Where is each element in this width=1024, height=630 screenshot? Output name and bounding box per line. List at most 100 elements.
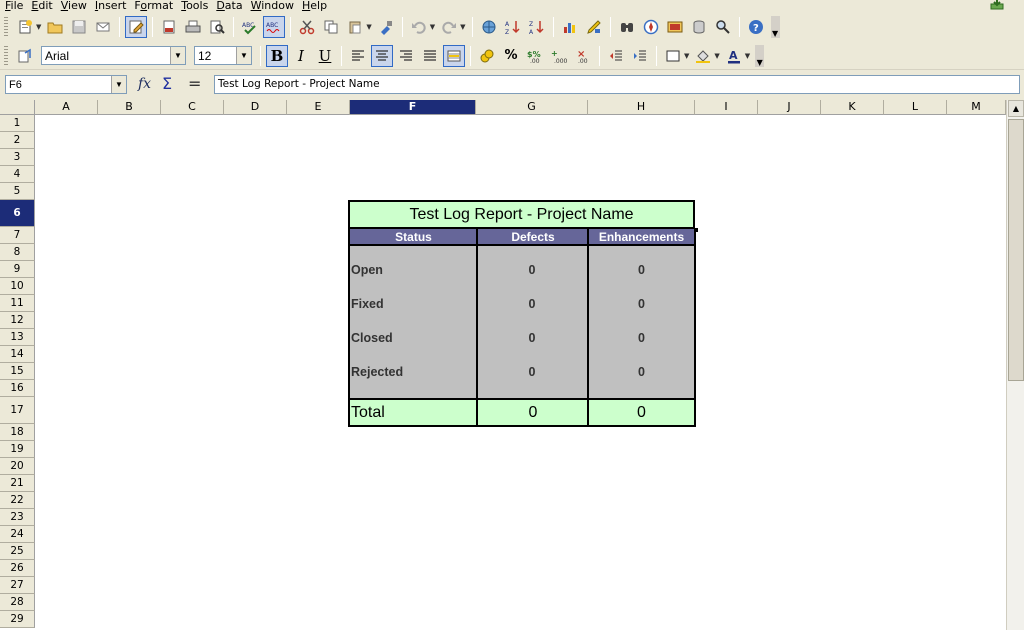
print-icon[interactable] <box>182 16 204 38</box>
currency-format-icon[interactable] <box>476 45 498 67</box>
merge-cells-icon[interactable] <box>443 44 465 67</box>
toolbar-overflow-icon[interactable]: ▼ <box>770 16 780 38</box>
row-header-13[interactable]: 13 <box>0 329 35 346</box>
font-size-select[interactable]: 12 ▼ <box>194 46 252 65</box>
update-available-icon[interactable] <box>990 0 1004 10</box>
increase-indent-icon[interactable] <box>629 45 651 67</box>
column-header-e[interactable]: E <box>287 100 350 115</box>
redo-icon[interactable] <box>438 16 460 38</box>
background-color-icon[interactable] <box>692 45 714 67</box>
navigator-icon[interactable] <box>640 16 662 38</box>
menu-edit[interactable]: Edit <box>26 0 55 12</box>
column-header-c[interactable]: C <box>161 100 224 115</box>
row-header-28[interactable]: 28 <box>0 594 35 611</box>
column-header-i[interactable]: I <box>695 100 758 115</box>
new-document-icon[interactable] <box>14 16 36 38</box>
chevron-down-icon[interactable]: ▼ <box>236 47 251 64</box>
scrollbar-thumb[interactable] <box>1008 119 1024 381</box>
percent-format-icon[interactable]: % <box>500 45 522 67</box>
column-header-k[interactable]: K <box>821 100 884 115</box>
column-header-f[interactable]: F <box>350 100 476 115</box>
row-header-12[interactable]: 12 <box>0 312 35 329</box>
function-wizard-icon[interactable]: 𝑓x <box>138 76 151 92</box>
delete-decimal-icon[interactable]: × .00 <box>572 45 594 67</box>
paste-icon[interactable] <box>344 16 366 38</box>
report-header-defects[interactable]: Defects <box>476 229 588 246</box>
save-icon[interactable] <box>68 16 90 38</box>
report-cell-enhancements[interactable]: 0 <box>587 297 696 311</box>
menu-data[interactable]: Data <box>211 0 245 12</box>
name-box[interactable]: F6 ▼ <box>5 75 127 94</box>
report-cell-enhancements[interactable]: 0 <box>587 365 696 379</box>
background-color-dropdown-arrow[interactable]: ▼ <box>714 52 719 60</box>
italic-icon[interactable]: I <box>290 45 312 67</box>
report-cell-enhancements[interactable]: 0 <box>587 263 696 277</box>
decrease-indent-icon[interactable] <box>605 45 627 67</box>
menu-format[interactable]: Format <box>129 0 176 12</box>
autospellcheck-icon[interactable]: ABC <box>263 16 286 38</box>
row-header-14[interactable]: 14 <box>0 346 35 363</box>
report-cell-defects[interactable]: 0 <box>476 365 588 379</box>
function-icon[interactable]: = <box>188 74 201 93</box>
toolbar-grip[interactable] <box>4 45 8 66</box>
report-total-value[interactable]: 0 <box>587 398 696 427</box>
report-cell-enhancements[interactable]: 0 <box>587 331 696 345</box>
export-pdf-icon[interactable] <box>158 16 180 38</box>
paste-dropdown-arrow[interactable]: ▼ <box>366 23 371 31</box>
row-header-5[interactable]: 5 <box>0 183 35 200</box>
row-header-7[interactable]: 7 <box>0 227 35 244</box>
menu-file[interactable]: File <box>0 0 26 12</box>
row-header-15[interactable]: 15 <box>0 363 35 380</box>
row-header-18[interactable]: 18 <box>0 424 35 441</box>
underline-icon[interactable]: U <box>314 45 336 67</box>
justify-icon[interactable] <box>419 45 441 67</box>
report-cell-defects[interactable]: 0 <box>476 263 588 277</box>
column-header-m[interactable]: M <box>947 100 1006 115</box>
toolbar-grip[interactable] <box>4 17 8 37</box>
column-header-a[interactable]: A <box>35 100 98 115</box>
report-header-status[interactable]: Status <box>348 229 477 246</box>
row-header-23[interactable]: 23 <box>0 509 35 526</box>
report-cell-status[interactable]: Fixed <box>351 297 384 311</box>
row-header-20[interactable]: 20 <box>0 458 35 475</box>
copy-icon[interactable] <box>320 16 342 38</box>
column-header-l[interactable]: L <box>884 100 947 115</box>
row-header-27[interactable]: 27 <box>0 577 35 594</box>
column-header-h[interactable]: H <box>588 100 695 115</box>
row-header-29[interactable]: 29 <box>0 611 35 628</box>
vertical-scrollbar[interactable]: ▲ <box>1006 100 1024 630</box>
font-color-dropdown-arrow[interactable]: ▼ <box>745 52 750 60</box>
menu-tools[interactable]: Tools <box>176 0 211 12</box>
report-cell-status[interactable]: Closed <box>351 331 393 345</box>
align-left-icon[interactable] <box>347 45 369 67</box>
borders-dropdown-arrow[interactable]: ▼ <box>684 52 689 60</box>
row-header-3[interactable]: 3 <box>0 149 35 166</box>
show-draw-functions-icon[interactable] <box>583 16 605 38</box>
row-header-24[interactable]: 24 <box>0 526 35 543</box>
report-total-label[interactable]: Total <box>348 398 477 427</box>
insert-chart-icon[interactable] <box>559 16 581 38</box>
sort-ascending-icon[interactable]: AZ <box>502 16 524 38</box>
formula-input[interactable]: Test Log Report - Project Name <box>214 75 1020 94</box>
menu-help[interactable]: Help <box>297 0 330 12</box>
report-header-enhancements[interactable]: Enhancements <box>587 229 696 246</box>
page-preview-icon[interactable] <box>206 16 228 38</box>
row-header-25[interactable]: 25 <box>0 543 35 560</box>
standard-format-icon[interactable]: $% .00 <box>524 45 546 67</box>
report-cell-defects[interactable]: 0 <box>476 331 588 345</box>
font-name-select[interactable]: Arial ▼ <box>41 46 186 65</box>
new-dropdown-arrow[interactable]: ▼ <box>36 23 41 31</box>
sum-icon[interactable]: Σ <box>162 74 172 93</box>
menu-window[interactable]: Window <box>246 0 297 12</box>
row-header-17[interactable]: 17 <box>0 397 35 424</box>
redo-dropdown-arrow[interactable]: ▼ <box>460 23 465 31</box>
row-header-2[interactable]: 2 <box>0 132 35 149</box>
sort-descending-icon[interactable]: ZA <box>526 16 548 38</box>
row-header-11[interactable]: 11 <box>0 295 35 312</box>
selection-fill-handle[interactable] <box>694 228 698 232</box>
column-header-b[interactable]: B <box>98 100 161 115</box>
column-header-j[interactable]: J <box>758 100 821 115</box>
row-header-19[interactable]: 19 <box>0 441 35 458</box>
row-header-6[interactable]: 6 <box>0 200 35 227</box>
email-icon[interactable] <box>92 16 114 38</box>
